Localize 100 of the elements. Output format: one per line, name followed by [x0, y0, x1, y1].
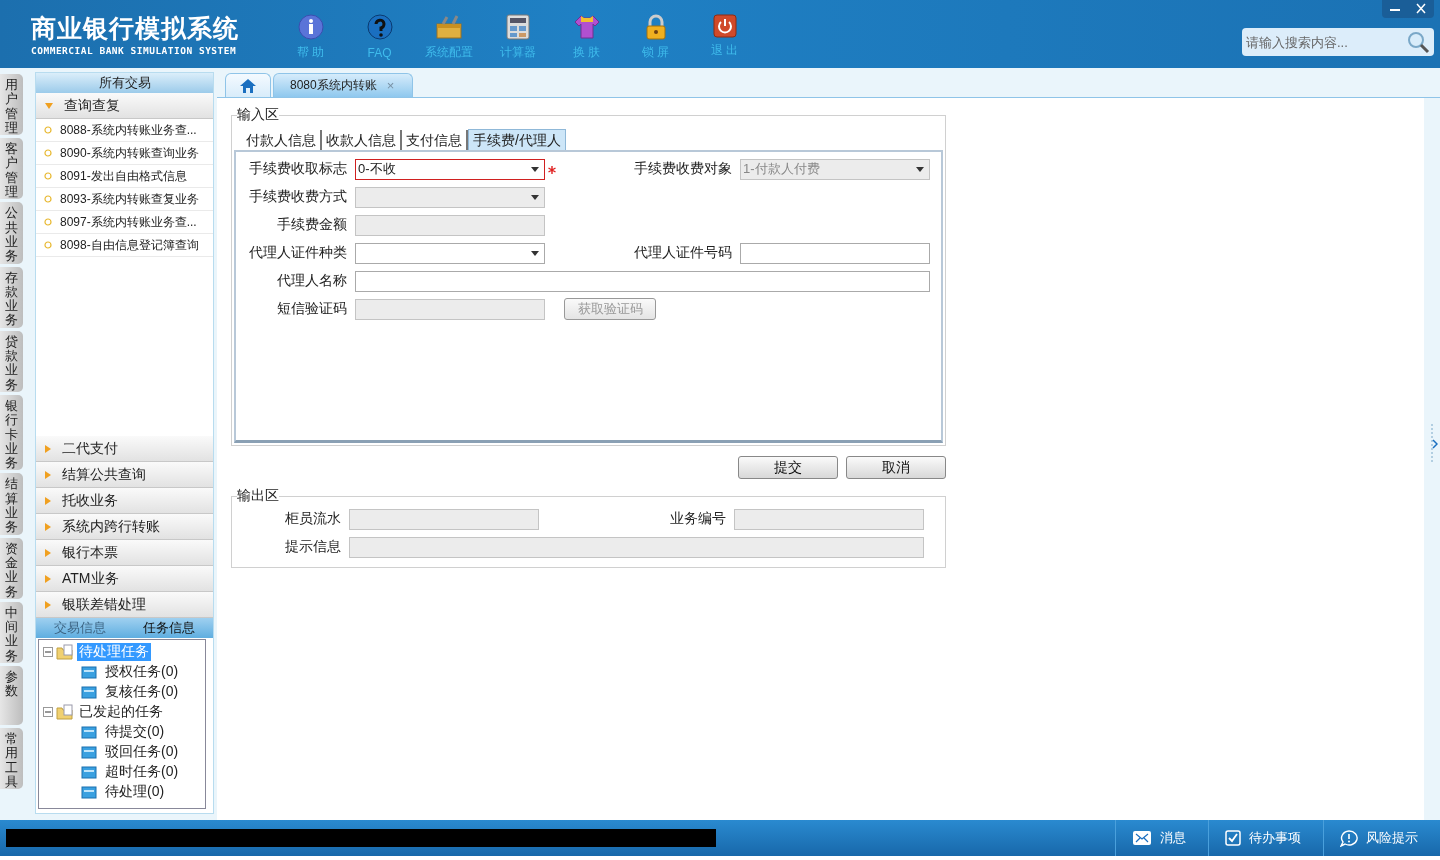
menu-item[interactable]: 8090-系统内转账查询业务: [36, 142, 213, 165]
calculator-icon: [505, 13, 530, 40]
status-button[interactable]: 风险提示: [1323, 820, 1440, 856]
page-tab[interactable]: 8080系统内转账 ×: [273, 73, 414, 97]
caret-right-icon: [44, 573, 52, 584]
field-label: 柜员流水: [284, 510, 341, 528]
menu-item[interactable]: 8093-系统内转账查复业务: [36, 188, 213, 211]
search-icon[interactable]: [1406, 30, 1430, 54]
app-title: 商业银行模拟系统: [31, 12, 240, 43]
menu-item[interactable]: 8097-系统内转账业务查...: [36, 211, 213, 234]
field-label: 代理人名称: [276, 272, 347, 290]
dropdown-icon: [531, 166, 539, 172]
select-field[interactable]: [355, 242, 545, 264]
side-tab[interactable]: 常用工具: [0, 728, 23, 790]
menu-item[interactable]: 8088-系统内转账业务查...: [36, 119, 213, 142]
field-label: 手续费收费对象: [633, 160, 732, 178]
status-button[interactable]: 待办事项: [1208, 820, 1323, 856]
side-tab[interactable]: 参数: [0, 666, 23, 725]
menu-item[interactable]: 8098-自由信息登记簿查询: [36, 234, 213, 257]
menu-group[interactable]: 结算公共查询: [36, 462, 213, 488]
speech-bubble-icon: [1340, 829, 1358, 847]
shirt-icon: [572, 13, 601, 40]
action-button[interactable]: 取消: [846, 456, 946, 479]
home-icon: [239, 77, 257, 94]
folder-icon: [81, 685, 97, 699]
field-label: 手续费收取标志: [248, 160, 347, 178]
menu-item[interactable]: 8091-发出自由格式信息: [36, 165, 213, 188]
tree-item[interactable]: 驳回任务(0): [103, 743, 181, 761]
question-icon: [365, 13, 394, 42]
side-tab[interactable]: 用户管理: [0, 74, 23, 136]
tree-item[interactable]: 超时任务(0): [103, 763, 181, 781]
toolbox-icon: [434, 13, 463, 40]
tab-label: 8080系统内转账: [290, 77, 377, 94]
caret-right-icon: [44, 469, 52, 480]
side-tab[interactable]: 存款业务: [0, 266, 23, 328]
field-label: 代理人证件种类: [248, 244, 347, 262]
app-subtitle: COMMERCIAL BANK SIMULATION SYSTEM: [31, 44, 238, 56]
side-tab[interactable]: 客户管理: [0, 138, 23, 200]
field-label: 提示信息: [284, 538, 341, 556]
tree-item[interactable]: 已发起的任务: [77, 703, 165, 721]
bullet-icon: [44, 126, 52, 134]
form-tab[interactable]: 收款人信息: [322, 130, 402, 150]
action-button[interactable]: 提交: [738, 456, 838, 479]
bullet-icon: [44, 241, 52, 249]
field-label: 代理人证件号码: [633, 244, 732, 262]
field-label: 手续费金额: [276, 216, 347, 234]
caret-right-icon: [44, 495, 52, 506]
menu-group[interactable]: 托收业务: [36, 488, 213, 514]
folder-icon: [81, 765, 97, 779]
field-label: 短信验证码: [276, 300, 347, 318]
folder-icon: [81, 665, 97, 679]
status-button[interactable]: 消息: [1115, 820, 1208, 856]
side-tab[interactable]: 贷款业务: [0, 330, 23, 392]
side-tab[interactable]: 结算业务: [0, 473, 23, 535]
collapse-icon[interactable]: [43, 707, 53, 717]
bullet-icon: [44, 172, 52, 180]
bullet-icon: [44, 195, 52, 203]
bullet-icon: [44, 149, 52, 157]
caret-down-icon: [44, 101, 54, 110]
form-tab[interactable]: 付款人信息: [242, 130, 322, 150]
dropdown-icon: [531, 194, 539, 200]
required-icon: [548, 165, 556, 174]
side-tab[interactable]: 资金业务: [0, 537, 23, 599]
tree-item[interactable]: 待提交(0): [103, 723, 167, 741]
form-tab[interactable]: 手续费/代理人: [468, 129, 566, 150]
sidebar-header: 所有交易: [36, 73, 213, 93]
side-tab[interactable]: 银行卡业务: [0, 394, 23, 471]
input-field[interactable]: [740, 242, 930, 264]
menu-group[interactable]: 查询查复: [36, 93, 213, 119]
tree-item[interactable]: 授权任务(0): [103, 663, 181, 681]
side-tab[interactable]: 公共业务: [0, 202, 23, 264]
section-title: 输入区: [237, 106, 279, 124]
side-tab[interactable]: 中间业务: [0, 601, 23, 663]
info-icon: [297, 13, 324, 40]
dropdown-icon: [916, 166, 924, 172]
caret-right-icon: [44, 547, 52, 558]
dropdown-icon: [531, 250, 539, 256]
input-field[interactable]: [355, 270, 930, 292]
field-label: 业务编号: [669, 510, 726, 528]
collapse-icon[interactable]: [43, 647, 53, 657]
menu-group[interactable]: 银联差错处理: [36, 592, 213, 618]
select-field[interactable]: 0-不收: [355, 158, 545, 180]
page-tab[interactable]: [225, 73, 271, 97]
power-icon: [712, 13, 737, 38]
tree-item[interactable]: 待处理(0): [103, 783, 167, 801]
caret-right-icon: [44, 443, 52, 454]
menu-group[interactable]: 二代支付: [36, 436, 213, 462]
panel-tab[interactable]: 任务信息: [124, 618, 213, 638]
folder-icon: [81, 745, 97, 759]
mail-icon: [1132, 830, 1152, 846]
menu-group[interactable]: ATM业务: [36, 566, 213, 592]
tree-item[interactable]: 复核任务(0): [103, 683, 181, 701]
menu-group[interactable]: 银行本票: [36, 540, 213, 566]
bullet-icon: [44, 218, 52, 226]
folder-icon: [81, 785, 97, 799]
checkbox-icon: [1225, 830, 1241, 846]
field-label: 手续费收费方式: [248, 188, 347, 206]
menu-group[interactable]: 系统内跨行转账: [36, 514, 213, 540]
search-field[interactable]: 请输入搜索内容...: [1242, 28, 1434, 56]
caret-right-icon: [44, 599, 52, 610]
